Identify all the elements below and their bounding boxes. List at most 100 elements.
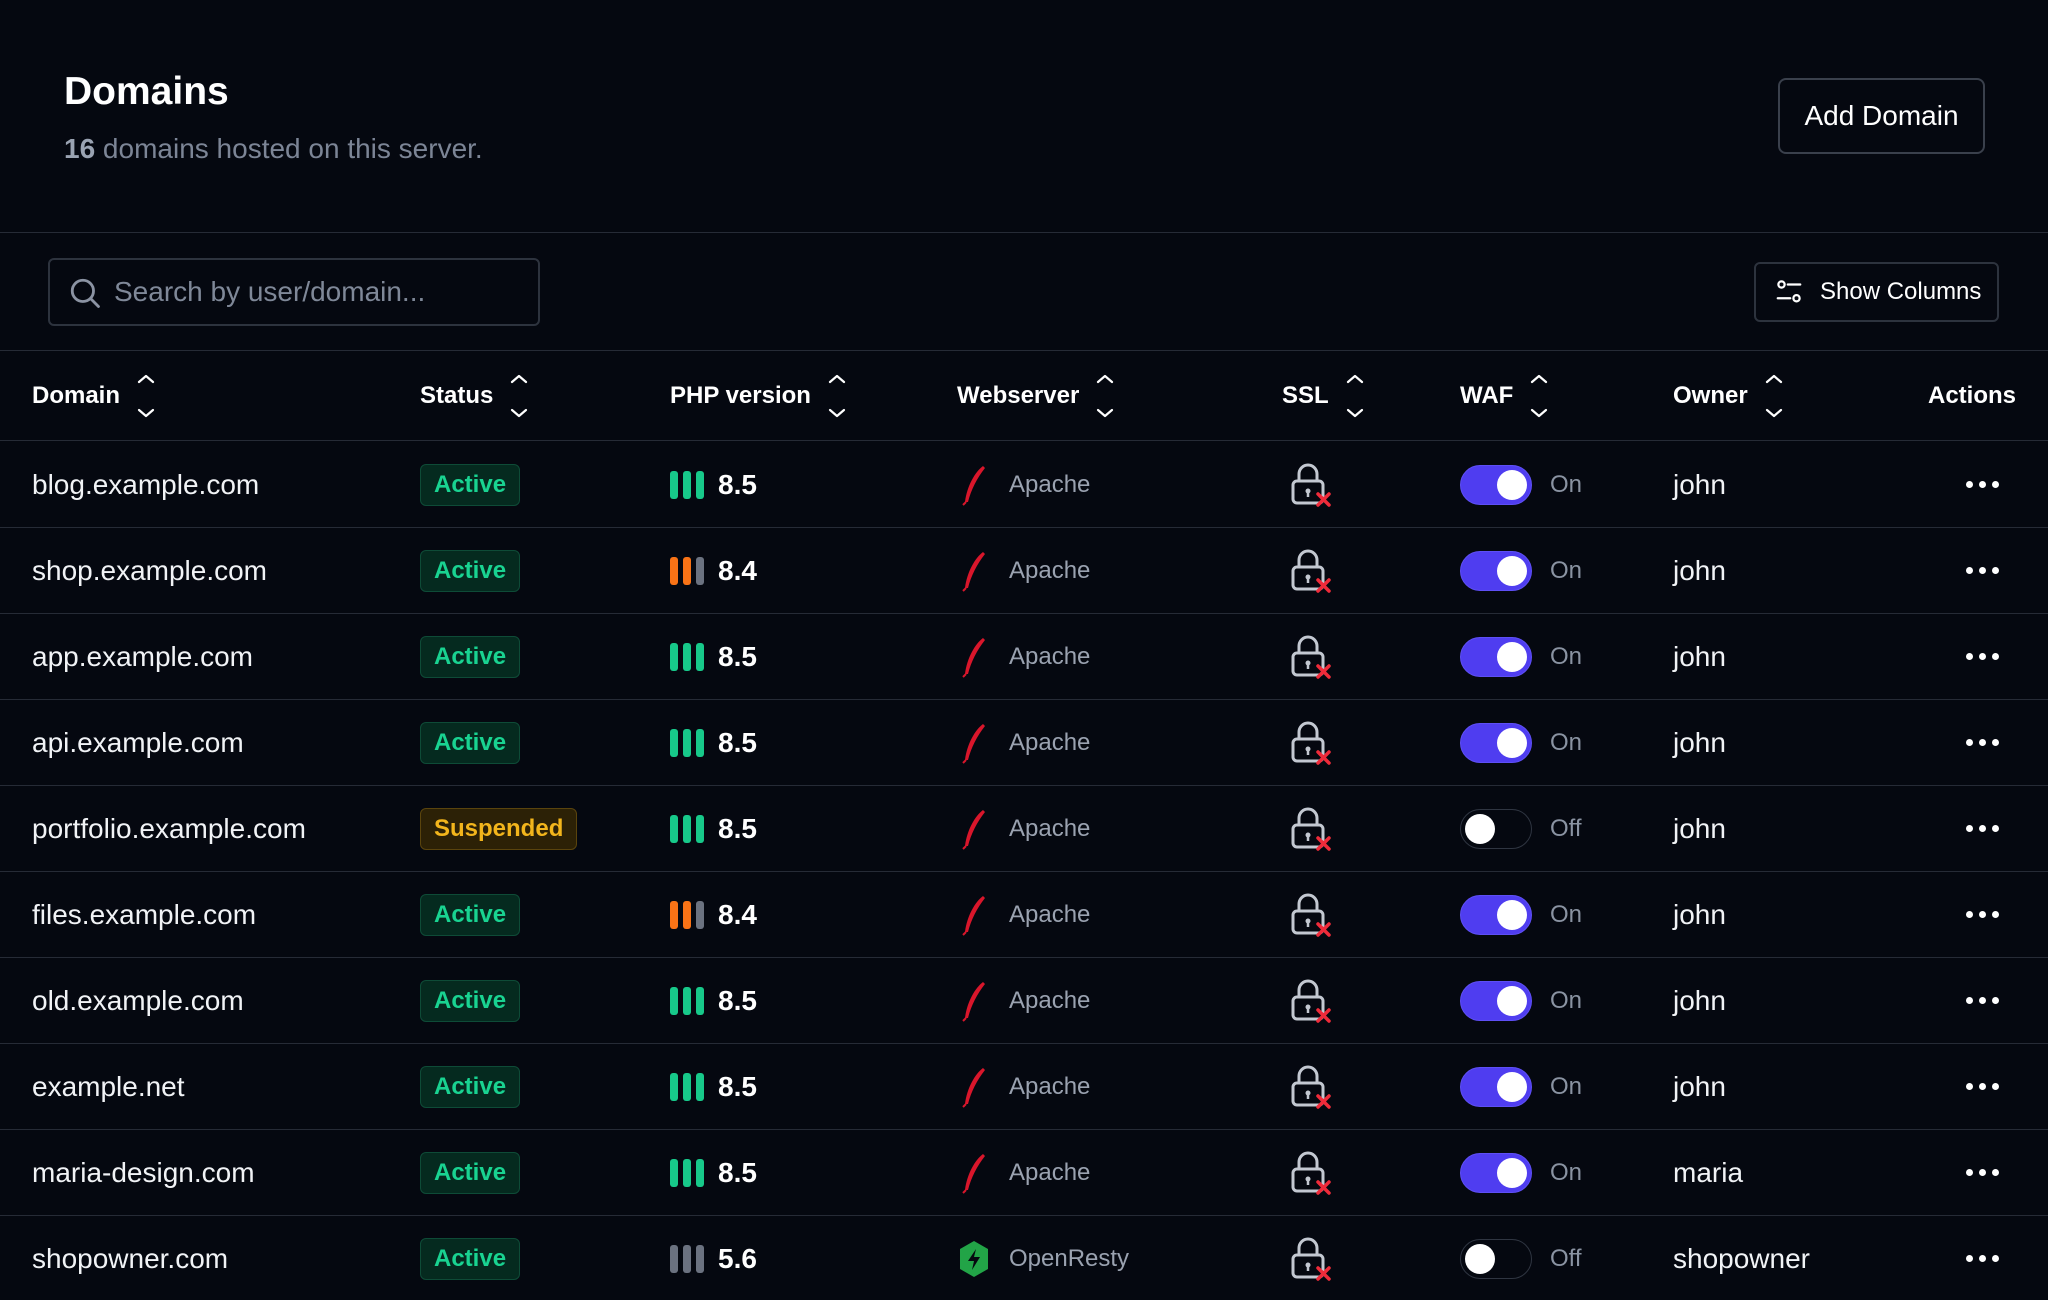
lock-x-icon — [1291, 721, 1331, 765]
dot — [1978, 1255, 1986, 1262]
domain-name[interactable]: shopowner.com — [32, 1216, 228, 1300]
php-level-bar — [670, 1158, 678, 1187]
actions-menu-button[interactable] — [1960, 442, 2004, 527]
table-row[interactable]: files.example.com Active 8.4 Apache On john — [0, 872, 2048, 958]
dot — [1965, 1169, 1973, 1176]
dot — [1991, 739, 1999, 746]
domain-name[interactable]: blog.example.com — [32, 442, 259, 527]
column-label: Domain — [32, 381, 121, 409]
table-row[interactable]: shopowner.com Active 5.6 OpenResty Off shopow… — [0, 1216, 2048, 1300]
php-level-bar — [696, 900, 704, 929]
column-header-php-version[interactable]: PHP version — [670, 351, 847, 440]
show-columns-button[interactable]: Show Columns — [1754, 262, 1999, 322]
page-subtitle: 16 domains hosted on this server. — [64, 133, 483, 165]
php-level-icon — [670, 814, 704, 843]
waf-toggle[interactable] — [1460, 464, 1532, 505]
waf-toggle[interactable] — [1460, 550, 1532, 591]
php-version-cell: 8.5 — [670, 614, 757, 699]
column-header-ssl[interactable]: SSL — [1282, 351, 1365, 440]
ssl-cell[interactable] — [1288, 1044, 1332, 1129]
waf-toggle[interactable] — [1460, 808, 1532, 849]
domain-name[interactable]: example.net — [32, 1044, 185, 1129]
domain-name[interactable]: maria-design.com — [32, 1130, 255, 1215]
table-row[interactable]: old.example.com Active 8.5 Apache On john — [0, 958, 2048, 1044]
webserver-name: OpenResty — [1009, 1244, 1130, 1272]
column-header-status[interactable]: Status — [420, 351, 529, 440]
status-badge: Active — [420, 1065, 521, 1108]
table-row[interactable]: api.example.com Active 8.5 Apache On john — [0, 700, 2048, 786]
php-level-bar — [670, 1072, 678, 1101]
waf-toggle[interactable] — [1460, 980, 1532, 1021]
waf-toggle[interactable] — [1460, 722, 1532, 763]
domain-name[interactable]: shop.example.com — [32, 528, 267, 613]
toggle-knob — [1497, 555, 1527, 586]
ssl-cell[interactable] — [1288, 1130, 1332, 1215]
ssl-cell[interactable] — [1288, 700, 1332, 785]
dot — [1965, 653, 1973, 660]
domain-name[interactable]: portfolio.example.com — [32, 786, 306, 871]
search-field[interactable] — [48, 258, 540, 326]
actions-menu-button[interactable] — [1960, 872, 2004, 957]
domain-name[interactable]: app.example.com — [32, 614, 253, 699]
ssl-cell[interactable] — [1288, 958, 1332, 1043]
ssl-cell[interactable] — [1288, 872, 1332, 957]
actions-menu-button[interactable] — [1960, 614, 2004, 699]
table-row[interactable]: shop.example.com Active 8.4 Apache On john — [0, 528, 2048, 614]
column-header-domain[interactable]: Domain — [32, 351, 156, 440]
ssl-cell[interactable] — [1288, 1216, 1332, 1300]
more-icon — [1965, 481, 1999, 488]
ssl-cell[interactable] — [1288, 442, 1332, 527]
table-row[interactable]: app.example.com Active 8.5 Apache On john — [0, 614, 2048, 700]
actions-menu-button[interactable] — [1960, 528, 2004, 613]
column-header-waf[interactable]: WAF — [1460, 351, 1549, 440]
waf-status-label: Off — [1550, 814, 1582, 842]
php-version: 8.5 — [718, 1156, 757, 1188]
more-icon — [1965, 1169, 1999, 1176]
column-header-owner[interactable]: Owner — [1673, 351, 1784, 440]
status-badge: Active — [420, 1237, 521, 1280]
lock-x-icon — [1291, 463, 1331, 507]
php-version: 8.5 — [718, 984, 757, 1016]
owner-name: john — [1673, 554, 1726, 586]
php-level-bar — [683, 556, 691, 585]
ssl-cell[interactable] — [1288, 786, 1332, 871]
domain-name[interactable]: files.example.com — [32, 872, 256, 957]
actions-menu-button[interactable] — [1960, 1216, 2004, 1300]
php-level-icon — [670, 728, 704, 757]
waf-toggle[interactable] — [1460, 636, 1532, 677]
table-row[interactable]: portfolio.example.com Suspended 8.5 Apache O… — [0, 786, 2048, 872]
dot — [1965, 825, 1973, 832]
ssl-cell[interactable] — [1288, 528, 1332, 613]
webserver-cell: Apache — [957, 786, 1090, 871]
status-cell: Active — [420, 1044, 521, 1129]
actions-menu-button[interactable] — [1960, 958, 2004, 1043]
lock-x-icon — [1291, 893, 1331, 937]
actions-menu-button[interactable] — [1960, 1044, 2004, 1129]
waf-cell: On — [1460, 1130, 1582, 1215]
waf-toggle[interactable] — [1460, 894, 1532, 935]
owner-name: john — [1673, 468, 1726, 500]
ssl-cell[interactable] — [1288, 614, 1332, 699]
column-header-webserver[interactable]: Webserver — [957, 351, 1115, 440]
php-version: 8.5 — [718, 468, 757, 500]
table-row[interactable]: blog.example.com Active 8.5 Apache On john — [0, 442, 2048, 528]
add-domain-button[interactable]: Add Domain — [1778, 78, 1985, 154]
waf-toggle[interactable] — [1460, 1238, 1532, 1279]
domain-name[interactable]: api.example.com — [32, 700, 244, 785]
apache-feather-icon — [962, 637, 985, 678]
waf-cell: Off — [1460, 786, 1582, 871]
waf-toggle[interactable] — [1460, 1066, 1532, 1107]
actions-menu-button[interactable] — [1960, 700, 2004, 785]
table-row[interactable]: example.net Active 8.5 Apache On john — [0, 1044, 2048, 1130]
dot — [1991, 1169, 1999, 1176]
search-input[interactable] — [114, 260, 534, 324]
dot — [1991, 911, 1999, 918]
actions-menu-button[interactable] — [1960, 1130, 2004, 1215]
table-row[interactable]: maria-design.com Active 8.5 Apache On maria — [0, 1130, 2048, 1216]
more-icon — [1965, 1083, 1999, 1090]
waf-status-label: On — [1550, 556, 1583, 584]
php-level-bar — [696, 814, 704, 843]
actions-menu-button[interactable] — [1960, 786, 2004, 871]
waf-toggle[interactable] — [1460, 1152, 1532, 1193]
domain-name[interactable]: old.example.com — [32, 958, 244, 1043]
